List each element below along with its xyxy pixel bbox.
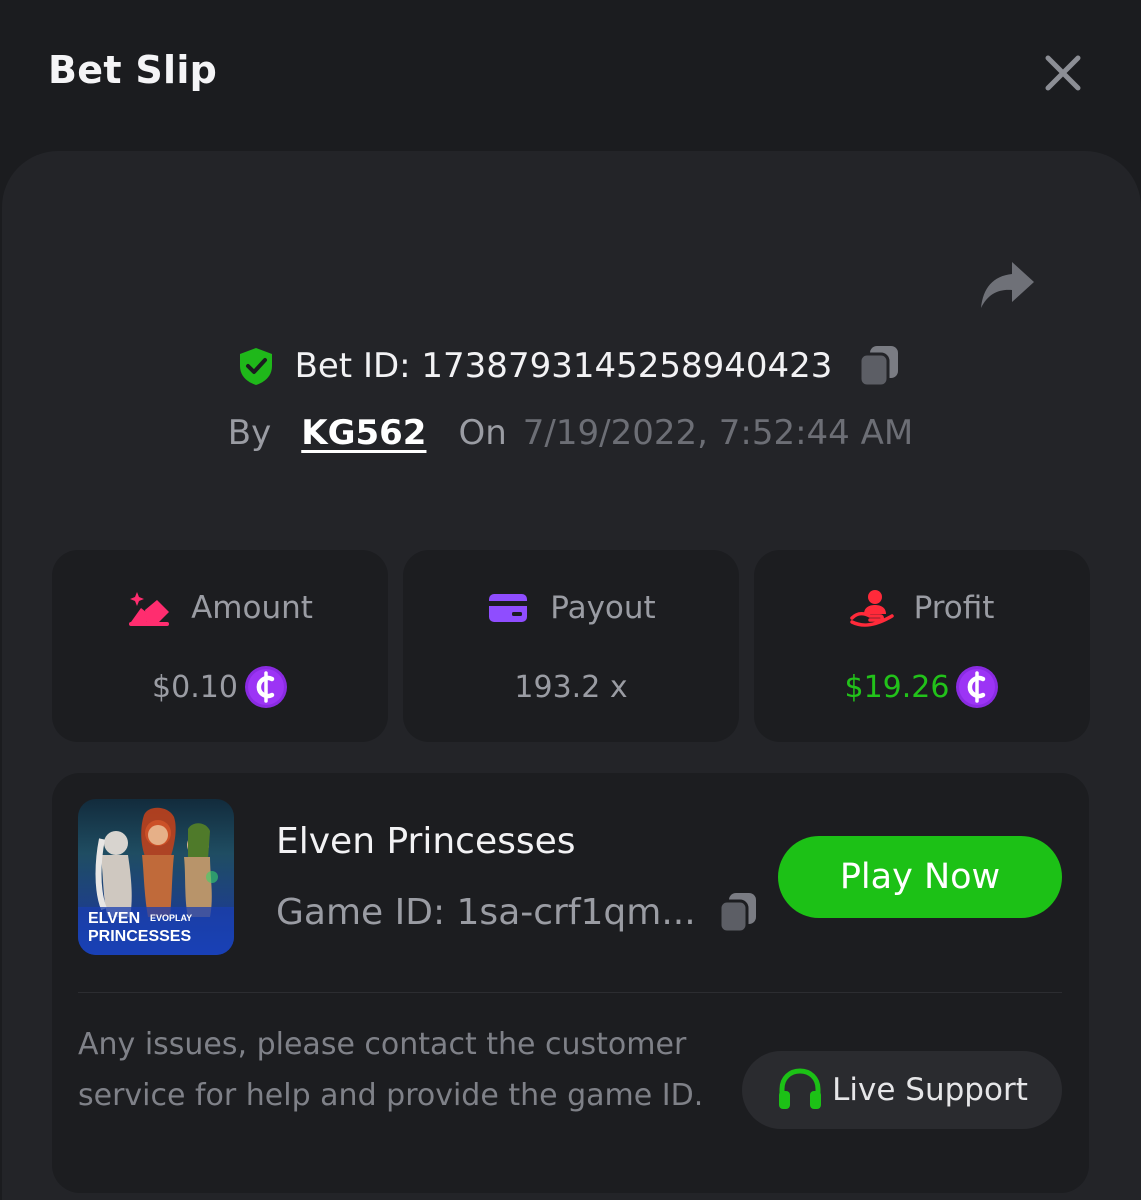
headset-icon (779, 1068, 822, 1109)
game-id-row: Game ID: 1sa-crf1qm... (276, 887, 760, 937)
thumb-title-line1: ELVEN (88, 910, 140, 927)
coins-stack-icon (129, 592, 170, 626)
thumb-brand: EVOPLAY (150, 913, 192, 923)
play-now-button[interactable]: Play Now (778, 836, 1062, 918)
bet-id: Bet ID: 1738793145258940423 (294, 346, 833, 386)
game-thumbnail[interactable]: ELVEN EVOPLAY PRINCESSES (78, 799, 234, 955)
thumb-title-line2: PRINCESSES (88, 928, 191, 945)
stat-label-profit: Profit (913, 590, 995, 626)
header: Bet Slip (0, 0, 1141, 150)
coin-icon (956, 666, 999, 708)
support-help-text: Any issues, please contact the customer … (78, 1027, 704, 1113)
copy-game-id-icon[interactable] (716, 890, 760, 934)
divider (78, 992, 1062, 993)
username-link[interactable]: KG562 (301, 413, 426, 453)
verified-shield-icon (239, 348, 272, 385)
page-title: Bet Slip (48, 48, 218, 92)
stat-label-payout: Payout (550, 590, 656, 626)
close-icon[interactable] (1040, 50, 1086, 96)
game-art: ELVEN EVOPLAY PRINCESSES (78, 807, 234, 955)
stat-value-profit: $19.26 (844, 669, 950, 705)
stat-value-amount: $0.10 (152, 669, 238, 705)
on-label: On (458, 413, 507, 453)
stat-value-payout: 193.2 x (514, 669, 628, 705)
stat-label-amount: Amount (191, 590, 313, 626)
stat-card-profit: Profit $19.26 (754, 550, 1090, 742)
game-card: ELVEN EVOPLAY PRINCESSES Elven Princesse… (52, 773, 1089, 1193)
wallet-card-icon (489, 594, 528, 622)
bet-datetime: 7/19/2022, 7:52:44 AM (522, 413, 914, 453)
stat-card-payout: Payout 193.2 x (403, 550, 739, 742)
by-label: By (227, 413, 272, 453)
bet-meta-row: By KG562 On 7/19/2022, 7:52:44 AM (0, 408, 1141, 458)
live-support-button[interactable]: Live Support (742, 1051, 1062, 1129)
coin-icon (244, 666, 287, 708)
game-name: Elven Princesses (276, 821, 576, 862)
copy-bet-id-icon[interactable] (856, 343, 902, 389)
live-support-label: Live Support (832, 1072, 1028, 1108)
game-id: Game ID: 1sa-crf1qm... (276, 891, 696, 933)
share-icon[interactable] (978, 258, 1036, 310)
stat-card-amount: Amount $0.10 (52, 550, 388, 742)
hand-profit-icon (849, 590, 894, 627)
bet-id-row: Bet ID: 1738793145258940423 (0, 338, 1141, 394)
